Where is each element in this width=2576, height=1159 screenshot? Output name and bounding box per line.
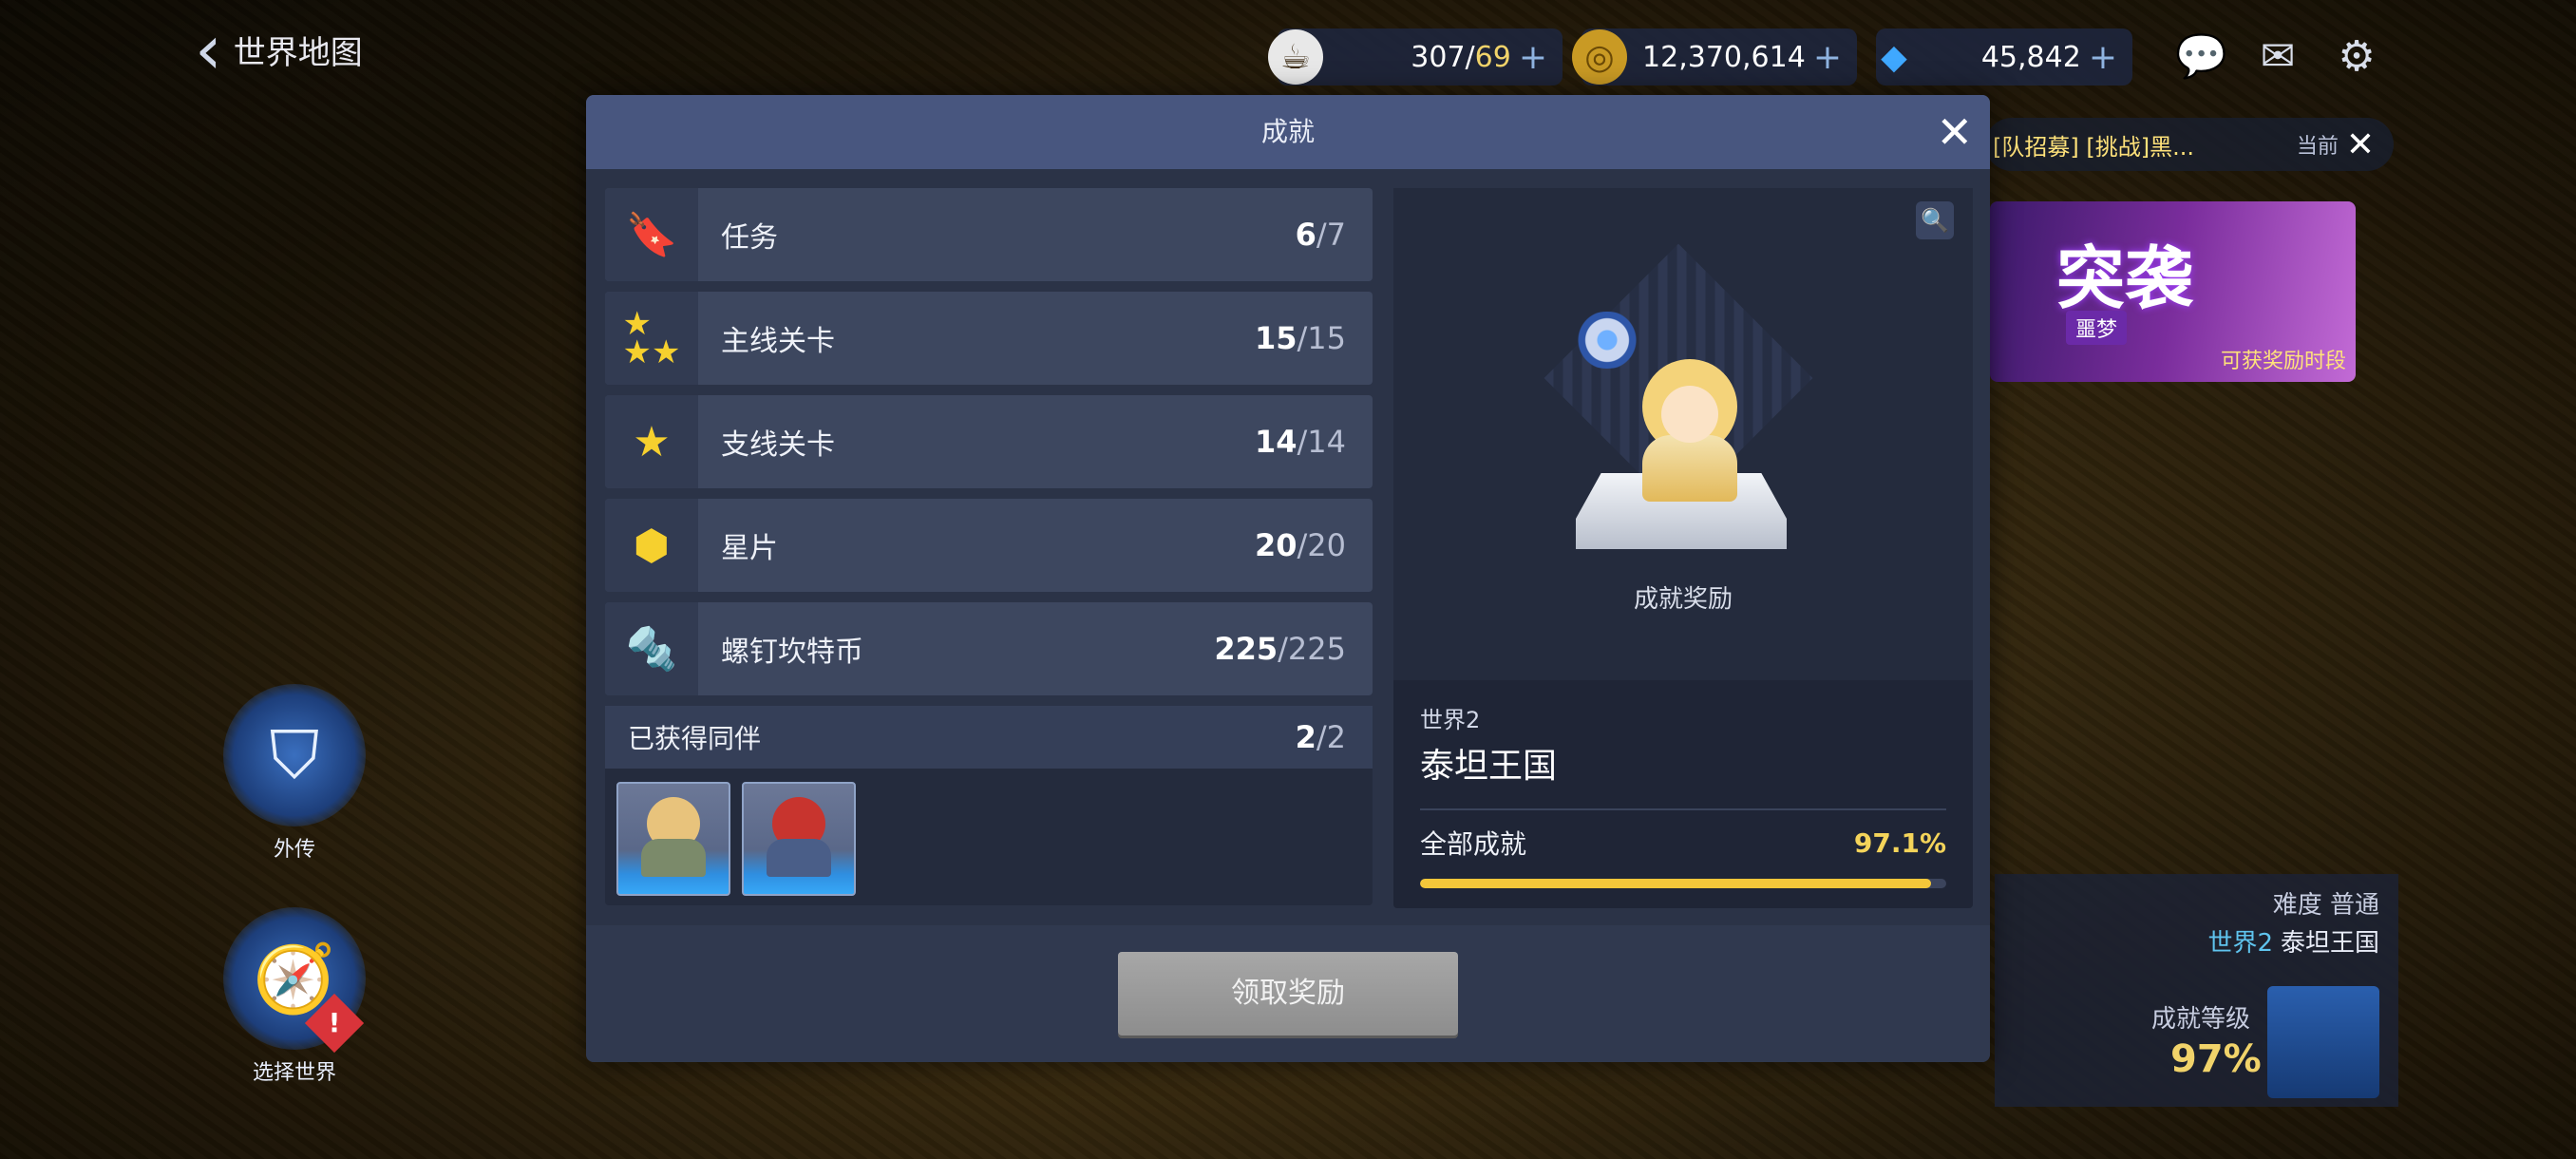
side-story-label: 外传 <box>273 838 315 862</box>
achievement-progress-bar <box>1420 879 1946 888</box>
star-piece-icon: ⬢ <box>605 499 698 592</box>
companions-count: 2/2 <box>1295 719 1346 755</box>
achievement-row-main-stages: ★ ★★ 主线关卡 15/15 <box>605 292 1373 385</box>
side-story-shield-icon: ⛉ <box>223 684 366 826</box>
companion-portrait[interactable] <box>616 782 730 896</box>
settings-gear-icon[interactable]: ⚙ <box>2332 32 2381 82</box>
notice-current-label: 当前 <box>2296 135 2339 159</box>
notice-text: [队招募] [挑战]黑... <box>1993 133 2194 161</box>
chat-icon[interactable]: 💬 <box>2175 32 2227 82</box>
reward-hero-body <box>1642 435 1737 502</box>
notice-ticker[interactable]: [队招募] [挑战]黑... 当前 ✕ <box>1985 118 2394 171</box>
achievement-list: 🔖 任务 6/7 ★ ★★ 主线关卡 15/15 ★ 支线关卡 14/14 ⬢ 星… <box>605 188 1373 905</box>
achievement-row-screw-coins: 🔩 螺钉坎特币 225/225 <box>605 602 1373 695</box>
add-gold-icon[interactable]: + <box>1813 38 1857 77</box>
total-achievement-label: 全部成就 <box>1420 828 1527 860</box>
row-label: 主线关卡 <box>721 325 835 358</box>
row-count: 20/20 <box>1254 527 1346 563</box>
divider <box>1420 808 1946 810</box>
reward-panel: 🔍 成就奖励 世界2 泰坦王国 全部成就 97.1% <box>1393 188 1973 908</box>
row-label: 支线关卡 <box>721 428 835 462</box>
gem-value: 45,842 <box>1980 40 2081 74</box>
coffee-cup-icon: ☕ <box>1268 29 1323 85</box>
row-count: 14/14 <box>1254 424 1346 460</box>
notice-close-icon[interactable]: ✕ <box>2346 125 2375 164</box>
row-count: 225/225 <box>1214 631 1346 667</box>
back-button[interactable]: ‹ 世界地图 <box>195 10 363 89</box>
select-world-label: 选择世界 <box>252 1061 336 1085</box>
achievement-row-quests: 🔖 任务 6/7 <box>605 188 1373 281</box>
achievement-row-side-stages: ★ 支线关卡 14/14 <box>605 395 1373 488</box>
three-stars-icon: ★ ★★ <box>605 292 698 385</box>
showcase-label: 成就奖励 <box>1633 585 1733 614</box>
back-title: 世界地图 <box>233 33 363 72</box>
achievement-level-label: 成就等级 <box>2151 1005 2251 1034</box>
achievement-dialog: 成就 ✕ 🔖 任务 6/7 ★ ★★ 主线关卡 15/15 ★ 支线关卡 14/1… <box>586 95 1990 1062</box>
gem-counter[interactable]: ◆ 45,842 + <box>1876 28 2132 86</box>
claim-reward-button[interactable]: 领取奖励 <box>1118 952 1458 1036</box>
blue-gem-icon: ◆ <box>1881 37 1907 77</box>
world-number: 世界2 <box>1420 707 1481 733</box>
gold-coin-icon: ◎ <box>1572 29 1627 85</box>
world-info: 世界2 泰坦王国 全部成就 97.1% <box>1393 680 1973 888</box>
companion-body <box>767 839 831 877</box>
achievement-row-star-pieces: ⬢ 星片 20/20 <box>605 499 1373 592</box>
gold-value: 12,370,614 <box>1642 40 1806 74</box>
row-label: 螺钉坎特币 <box>721 636 863 669</box>
total-achievement: 全部成就 97.1% <box>1420 824 1946 862</box>
reward-hero-face <box>1661 386 1718 443</box>
companions-label: 已获得同伴 <box>628 723 762 754</box>
gold-counter[interactable]: ◎ 12,370,614 + <box>1572 28 1857 86</box>
dialog-title: 成就 <box>1260 116 1315 147</box>
achievement-level-value: 97% <box>2170 1037 2262 1081</box>
banner-subtitle: 噩梦 <box>2066 311 2128 345</box>
achievement-progress-fill <box>1420 879 1931 888</box>
back-arrow-icon: ‹ <box>195 10 222 89</box>
dialog-footer: 领取奖励 <box>586 925 1990 1062</box>
row-label: 任务 <box>721 221 778 255</box>
stamina-counter[interactable]: ☕ 307/69 + <box>1268 28 1563 86</box>
magnifier-icon[interactable]: 🔍 <box>1916 201 1954 239</box>
alert-icon: ! <box>304 993 365 1054</box>
banner-caption: 可获奖励时段 <box>2220 350 2346 373</box>
select-world-button[interactable]: 🧭 ! 选择世界 <box>218 907 370 1086</box>
banner-title: 突袭 <box>2056 238 2194 318</box>
companion-body <box>641 839 706 877</box>
dialog-header: 成就 ✕ <box>586 95 1990 169</box>
add-gem-icon[interactable]: + <box>2089 38 2132 77</box>
stamina-value: 307/69 <box>1411 40 1511 74</box>
row-count: 6/7 <box>1295 217 1346 253</box>
close-icon[interactable]: ✕ <box>1936 95 1973 169</box>
row-label: 星片 <box>721 532 778 565</box>
companions-header: 已获得同伴 2/2 <box>605 706 1373 769</box>
stage-info-panel: 难度 普通 世界2 泰坦王国 成就等级 97% <box>1995 874 2398 1107</box>
bookmark-icon: 🔖 <box>605 188 698 281</box>
mail-icon[interactable]: ✉ <box>2253 32 2302 82</box>
add-stamina-icon[interactable]: + <box>1519 38 1563 77</box>
reward-showcase: 🔍 成就奖励 <box>1393 188 1973 680</box>
row-count: 15/15 <box>1254 320 1346 356</box>
side-story-button[interactable]: ⛉ 外传 <box>218 684 370 863</box>
star-icon: ★ <box>605 395 698 488</box>
hero-portrait[interactable] <box>2267 986 2379 1098</box>
raid-event-banner[interactable]: 突袭 噩梦 可获奖励时段 <box>1990 201 2356 382</box>
reward-hero-staff <box>1569 312 1645 369</box>
difficulty-label: 难度 普通 <box>2272 891 2379 920</box>
world-label: 世界2 泰坦王国 <box>2207 929 2379 958</box>
world-name: 泰坦王国 <box>1420 747 1558 786</box>
companions-section: 已获得同伴 2/2 <box>605 706 1373 905</box>
screw-coin-icon: 🔩 <box>605 602 698 695</box>
total-achievement-percent: 97.1% <box>1853 826 1946 859</box>
companion-portrait[interactable] <box>742 782 856 896</box>
